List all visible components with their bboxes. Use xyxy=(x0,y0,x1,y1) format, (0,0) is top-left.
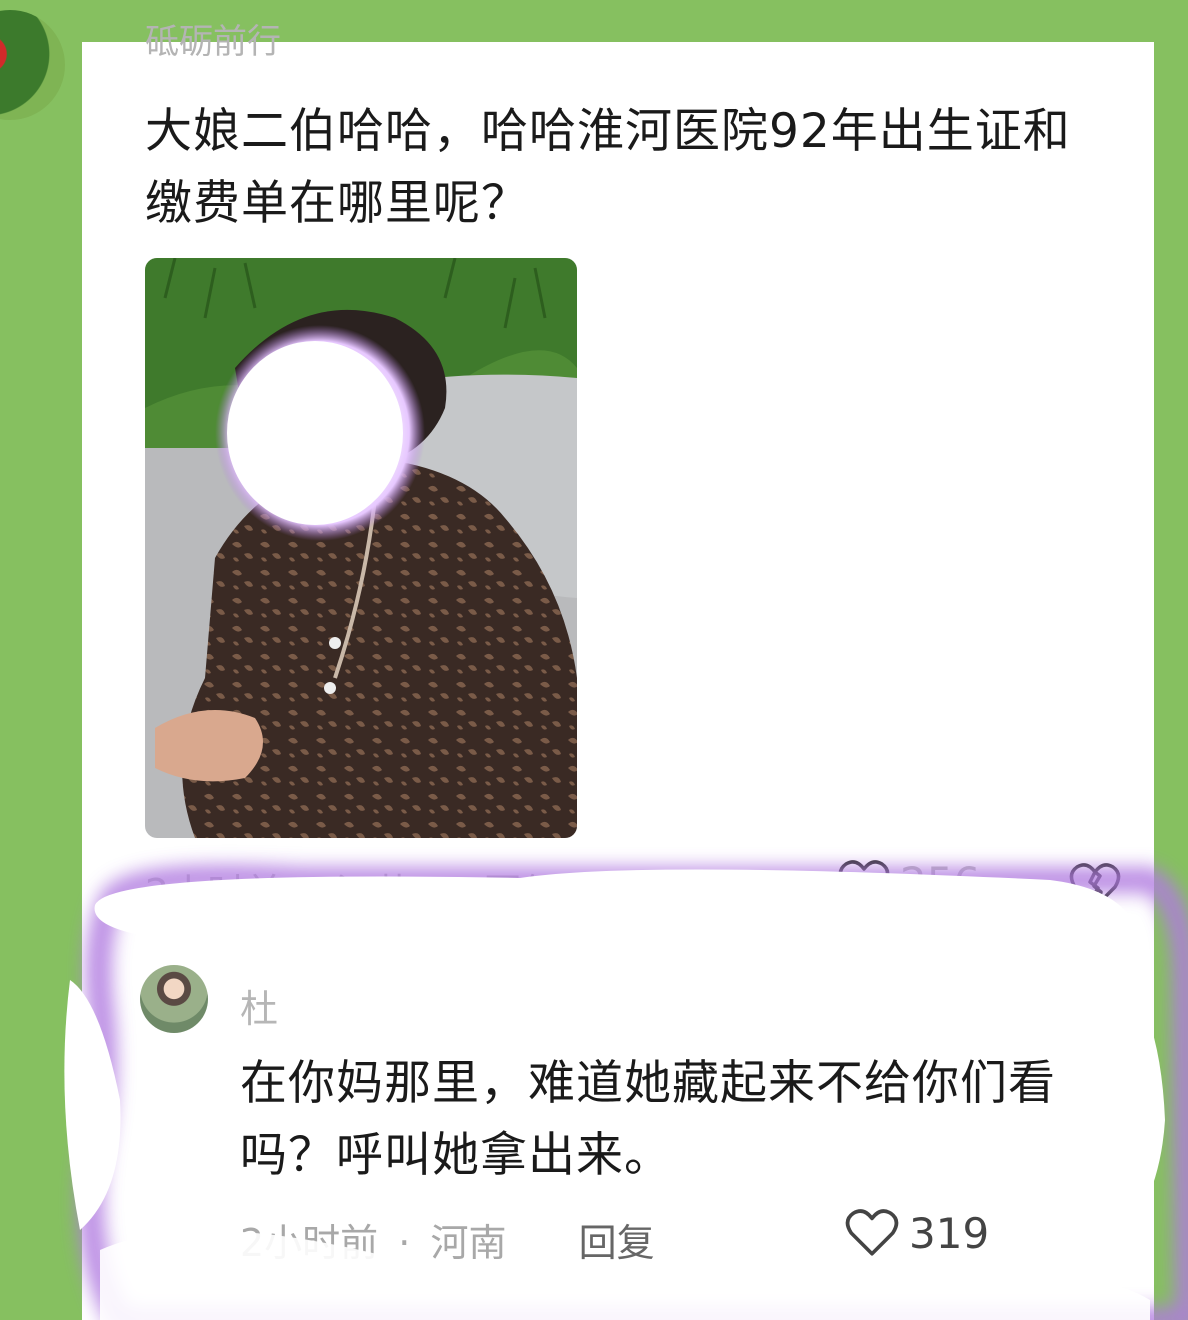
comment-time: 2小时前 xyxy=(145,871,284,915)
heart-outline-icon xyxy=(845,1209,899,1256)
reply-reply-button[interactable]: 回复 xyxy=(579,1212,655,1267)
commenter-name[interactable]: 砥砺前行 xyxy=(145,22,281,62)
heart-outline-icon xyxy=(838,859,890,905)
commenter-avatar[interactable] xyxy=(0,10,65,120)
like-button[interactable]: 256 xyxy=(838,858,980,907)
reply-location: 河南 xyxy=(430,1221,507,1265)
reply-button[interactable]: 回复 xyxy=(484,862,560,917)
comment-meta: 2小时前 · 江苏 回复 xyxy=(145,862,560,917)
comment-location: 江苏 xyxy=(335,871,412,915)
reply-meta: 2小时前 · 河南 回复 xyxy=(240,1212,655,1267)
reply-like-button[interactable]: 319 xyxy=(845,1208,989,1258)
comment-photo[interactable] xyxy=(145,258,577,838)
reply-like-count: 319 xyxy=(909,1208,990,1258)
reply-time: 2小时前 xyxy=(240,1221,379,1265)
reply-text: 在你妈那里，难道她藏起来不给你们看 吗？呼叫她拿出来。 xyxy=(240,1056,1056,1183)
comment-text: 大娘二伯哈哈，哈哈淮河医院92年出生证和缴费单在哪里呢？ xyxy=(145,104,1071,231)
like-count: 256 xyxy=(900,858,981,907)
broken-heart-icon[interactable] xyxy=(1068,862,1122,912)
reply-author-name[interactable]: 杜 xyxy=(240,978,278,1033)
reply-avatar[interactable] xyxy=(140,965,208,1033)
